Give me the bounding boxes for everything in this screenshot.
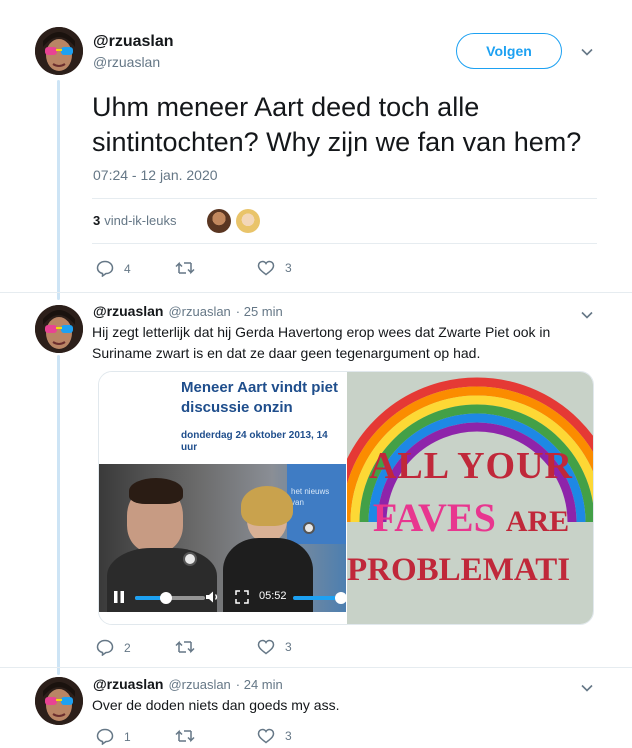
handle[interactable]: @rzuaslan xyxy=(168,304,230,319)
retweet-action[interactable] xyxy=(175,260,205,276)
fullscreen-icon[interactable] xyxy=(235,590,249,604)
retweet-action[interactable] xyxy=(175,728,205,744)
display-name[interactable]: @rzuaslan xyxy=(93,33,174,51)
article-image[interactable]: Meneer Aart vindt piet discussie onzin d… xyxy=(99,372,346,624)
reply-header: @rzuaslan @rzuaslan · 25 min xyxy=(93,303,283,319)
person-hair xyxy=(129,478,183,504)
reply-count: 1 xyxy=(124,729,131,744)
like-action[interactable]: 3 xyxy=(257,728,292,744)
article-date-line2: uur xyxy=(181,442,198,453)
like-icon xyxy=(257,260,275,276)
like-action[interactable]: 3 xyxy=(257,639,292,655)
reply-count: 4 xyxy=(124,261,131,276)
handle[interactable]: @rzuaslan xyxy=(93,54,160,70)
reply-icon xyxy=(96,260,114,277)
like-icon xyxy=(257,639,275,655)
retweet-icon xyxy=(175,261,195,275)
reply-header: @rzuaslan @rzuaslan · 24 min xyxy=(93,676,283,692)
avatar[interactable] xyxy=(35,305,83,353)
avatar[interactable] xyxy=(35,27,83,75)
person-hair xyxy=(241,486,293,526)
video-time: 05:52 xyxy=(259,590,287,602)
reply-time[interactable]: · 25 min xyxy=(236,304,283,319)
reply-text: Over de doden niets dan goeds my ass. xyxy=(92,697,340,713)
reply-action[interactable]: 1 xyxy=(96,728,131,745)
video-scrubber[interactable] xyxy=(160,592,172,604)
section-divider xyxy=(0,667,632,668)
display-name[interactable]: @rzuaslan xyxy=(93,303,163,319)
video-controls: 05:52 xyxy=(99,582,346,612)
volume-icon[interactable] xyxy=(205,590,221,604)
liker-avatar[interactable] xyxy=(207,209,231,233)
meme-text-faves: FAVES xyxy=(372,495,496,540)
chevron-down-icon[interactable] xyxy=(580,681,594,695)
like-count: 3 xyxy=(285,640,292,654)
article-headline: Meneer Aart vindt piet discussie onzin xyxy=(181,378,351,418)
pause-icon[interactable] xyxy=(113,590,125,604)
section-divider xyxy=(0,292,632,293)
microphone xyxy=(303,522,315,534)
follow-button[interactable]: Volgen xyxy=(456,33,562,69)
like-icon xyxy=(257,728,275,744)
tweet-text: Uhm meneer Aart deed toch alle sintintoc… xyxy=(92,92,582,157)
reply-icon xyxy=(96,728,114,745)
display-name[interactable]: @rzuaslan xyxy=(93,676,163,692)
thread-line-2 xyxy=(57,355,60,675)
retweet-action[interactable] xyxy=(175,639,205,655)
meme-image[interactable]: ALL YOUR FAVES ARE PROBLEMATI xyxy=(347,372,593,624)
meme-text-line1: ALL YOUR xyxy=(368,445,573,487)
studio-screen-text: het nieuws van xyxy=(291,487,330,507)
like-count: 3 xyxy=(285,261,292,275)
like-action[interactable]: 3 xyxy=(257,260,292,276)
timestamp[interactable]: 07:24 - 12 jan. 2020 xyxy=(93,167,218,183)
article-date-line1: donderdag 24 oktober 2013, 14 xyxy=(181,430,328,441)
divider xyxy=(92,243,597,244)
chevron-down-icon[interactable] xyxy=(580,45,594,59)
article-headline-line1: Meneer Aart vindt piet xyxy=(181,379,338,396)
retweet-icon xyxy=(175,640,195,654)
liker-avatar[interactable] xyxy=(236,209,260,233)
microphone xyxy=(183,552,197,566)
media-container[interactable]: Meneer Aart vindt piet discussie onzin d… xyxy=(98,371,594,625)
volume-track[interactable] xyxy=(293,596,341,600)
reply-text: Hij zegt letterlijk dat hij Gerda Havert… xyxy=(92,324,551,361)
likes-count: 3 xyxy=(93,213,101,228)
reply-count: 2 xyxy=(124,640,131,655)
handle[interactable]: @rzuaslan xyxy=(168,677,230,692)
volume-knob[interactable] xyxy=(335,592,346,604)
article-date: donderdag 24 oktober 2013, 14 uur xyxy=(181,430,351,454)
thread-line-1 xyxy=(57,80,60,300)
avatar[interactable] xyxy=(35,677,83,725)
reply-time[interactable]: · 24 min xyxy=(236,677,283,692)
likes-label: vind-ik-leuks xyxy=(104,213,177,228)
reply-action[interactable]: 4 xyxy=(96,260,131,277)
retweet-icon xyxy=(175,729,195,743)
likes-summary[interactable]: 3 vind-ik-leuks xyxy=(93,213,176,228)
meme-text-line2: FAVES ARE xyxy=(347,494,593,541)
article-headline-line2: discussie onzin xyxy=(181,399,293,416)
reply-icon xyxy=(96,639,114,656)
video-player[interactable]: het nieuws van 05:52 xyxy=(99,464,346,612)
meme-text-are: ARE xyxy=(505,505,570,538)
like-count: 3 xyxy=(285,729,292,743)
divider xyxy=(92,198,597,199)
meme-text-line3: PROBLEMATI xyxy=(347,552,571,588)
chevron-down-icon[interactable] xyxy=(580,308,594,322)
reply-action[interactable]: 2 xyxy=(96,639,131,656)
